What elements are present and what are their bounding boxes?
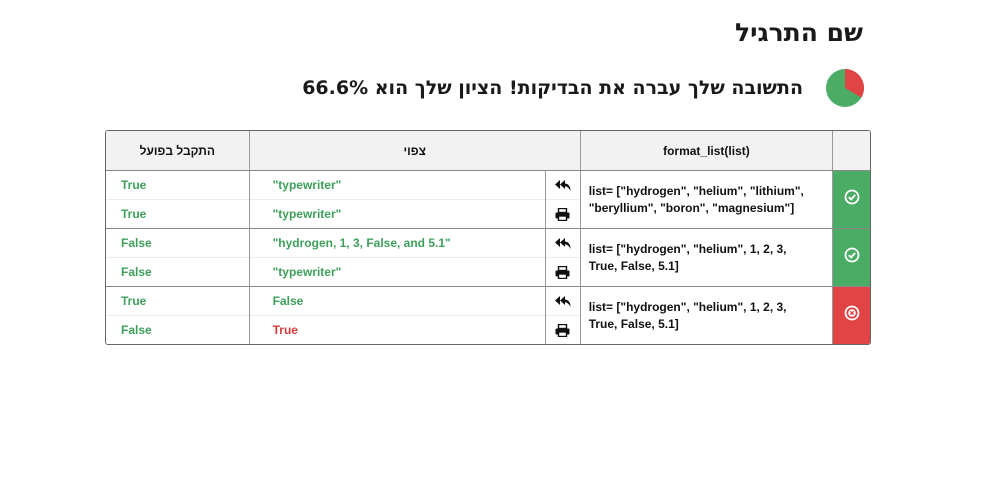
expected-value: False: [272, 294, 304, 308]
status-cell: [833, 229, 870, 286]
header-actual: התקבל בפועל: [106, 131, 250, 170]
input-cell: list= ["hydrogen", "helium", "lithium", …: [581, 171, 834, 228]
input-cell: list= ["hydrogen", "helium", 1, 2, 3, Tr…: [581, 287, 834, 344]
table-row: False False "hydrogen, 1, 3, False, and 5.…: [106, 229, 870, 287]
result-summary: התשובה שלך עברה את הבדיקות! הציון שלך הו…: [300, 67, 865, 109]
expected-value: "typewriter": [249, 257, 545, 286]
input-value: list= ["hydrogen", "helium", "lithium", …: [588, 183, 804, 215]
expected-value: "hydrogen, 1, 3, False, and 5.1": [272, 236, 451, 250]
header-expected: צפוי: [250, 131, 581, 170]
table-row: True True "typewriter" "typewriter" list= ["…: [106, 171, 870, 229]
action-icons-cell: [545, 287, 581, 344]
actual-value: True: [121, 178, 147, 192]
print-icon[interactable]: [545, 257, 580, 286]
expected-value: "typewriter": [272, 178, 342, 192]
status-cell: [833, 287, 870, 344]
header-status: [833, 131, 870, 170]
actual-value: True: [106, 199, 249, 228]
reply-all-icon[interactable]: [546, 171, 580, 199]
table-row: True False False True list= ["hydrogen", "he…: [106, 287, 870, 344]
expected-cell: "typewriter" "typewriter": [249, 171, 546, 228]
x-circle-icon: [844, 305, 860, 326]
status-cell: [833, 171, 870, 228]
result-text: התשובה שלך עברה את הבדיקות! הציון שלך הו…: [302, 77, 803, 99]
actual-cell: False False: [106, 229, 250, 286]
test-results-table: התקבל בפועל צפוי format_list(list) True T…: [105, 130, 871, 345]
expected-cell: "hydrogen, 1, 3, False, and 5.1" "typewri…: [249, 229, 546, 286]
actual-value: False: [106, 315, 249, 344]
actual-value: False: [121, 236, 152, 250]
print-icon[interactable]: [545, 315, 580, 344]
actual-cell: True True: [106, 171, 250, 228]
check-circle-icon: [844, 189, 860, 210]
table-header: התקבל בפועל צפוי format_list(list): [106, 131, 870, 171]
reply-all-icon[interactable]: [546, 229, 580, 257]
actual-cell: True False: [106, 287, 250, 344]
expected-value: "typewriter": [249, 199, 545, 228]
table-body: True True "typewriter" "typewriter" list= ["…: [106, 171, 870, 344]
print-icon[interactable]: [545, 199, 580, 228]
reply-all-icon[interactable]: [546, 287, 580, 315]
action-icons-cell: [545, 229, 581, 286]
score-pie-chart: [826, 69, 864, 107]
expected-cell: False True: [249, 287, 546, 344]
actual-value: True: [121, 294, 147, 308]
header-function: format_list(list): [581, 131, 834, 170]
input-value: list= ["hydrogen", "helium", 1, 2, 3, Tr…: [588, 299, 787, 331]
input-cell: list= ["hydrogen", "helium", 1, 2, 3, Tr…: [581, 229, 834, 286]
actual-value: False: [106, 257, 249, 286]
input-value: list= ["hydrogen", "helium", 1, 2, 3, Tr…: [588, 241, 787, 273]
check-circle-icon: [844, 247, 860, 268]
expected-value: True: [249, 315, 545, 344]
action-icons-cell: [545, 171, 581, 228]
exercise-title: שם התרגיל: [734, 18, 863, 47]
